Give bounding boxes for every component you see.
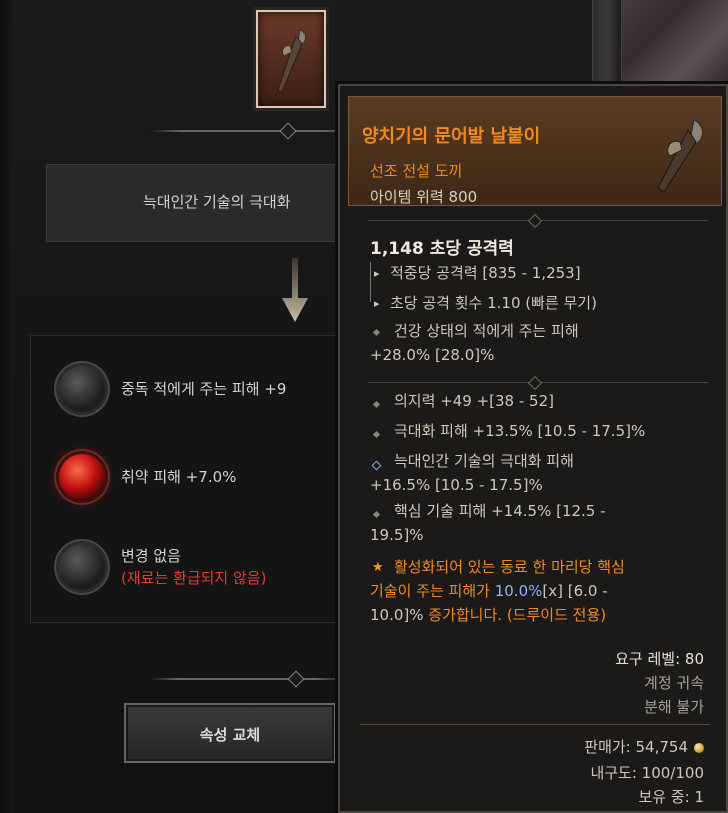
affix-line-cont: +16.5% [10.5 - 17.5]% — [370, 476, 543, 494]
tooltip-divider — [360, 724, 710, 725]
affix-line: 의지력 +49 +[38 - 52] — [394, 392, 554, 410]
left-frame — [0, 0, 14, 813]
affix-option-1[interactable]: 중독 적에게 주는 피해 +9 — [59, 366, 286, 412]
axe-icon — [277, 29, 307, 93]
implicit-stat: 건강 상태의 적에게 주는 피해 — [394, 322, 579, 340]
required-level: 요구 레벨: 80 — [615, 650, 704, 668]
item-type: 선조 전설 도끼 — [370, 162, 463, 180]
axe-icon — [657, 119, 703, 193]
arrow-down-icon — [282, 258, 308, 322]
tooltip-divider — [368, 213, 708, 229]
affix-bullet-icon — [372, 400, 381, 409]
gray-orb-icon — [59, 366, 105, 412]
affix-options-panel: 중독 적에게 주는 피해 +9 취약 피해 +7.0% 변경 없음 (재료는 환… — [30, 335, 340, 623]
legendary-power: 활성화되어 있는 동료 한 마리당 핵심 — [394, 558, 625, 576]
background-pillar — [592, 0, 622, 95]
affix-bullet-icon — [372, 430, 381, 439]
affix-option-note: (재료는 환급되지 않음) — [121, 569, 267, 587]
affix-line: 늑대인간 기술의 극대화 피해 — [394, 452, 574, 470]
legendary-power-line2: 기술이 주는 피해가 10.0%[x] [6.0 - — [370, 582, 608, 600]
gray-orb-icon — [59, 544, 105, 590]
current-affix-label: 늑대인간 기술의 극대화 — [143, 193, 291, 211]
tooltip-divider — [368, 375, 708, 391]
durability: 내구도: 100/100 — [590, 764, 704, 782]
implicit-stat-value: +28.0% [28.0]% — [370, 346, 495, 364]
affix-line-cont: 19.5]% — [370, 526, 424, 544]
affix-option-text: 변경 없음 — [121, 547, 181, 565]
item-slot-card[interactable] — [256, 10, 326, 108]
attacks-per-second: 초당 공격 횟수 1.10 (빠른 무기) — [390, 294, 597, 312]
greater-affix-icon — [371, 460, 382, 471]
legendary-power-line3: 10.0]% 증가합니다. (드루이드 전용) — [370, 606, 607, 624]
affix-option-3[interactable]: 변경 없음 (재료는 환급되지 않음) — [59, 544, 266, 590]
replace-affix-button[interactable]: 속성 교체 — [124, 703, 336, 763]
sell-value: 판매가: 54,754 — [584, 736, 704, 757]
current-affix-bar: 늑대인간 기술의 극대화 — [46, 164, 346, 242]
item-dps: 1,148 초당 공격력 — [370, 239, 514, 259]
affix-option-text: 취약 피해 +7.0% — [121, 468, 237, 486]
item-tooltip: 양치기의 문어발 날붙이 선조 전설 도끼 아이템 위력 800 1,148 초… — [338, 84, 728, 813]
ornament-divider — [150, 670, 345, 688]
affix-line: 극대화 피해 +13.5% [10.5 - 17.5]% — [394, 422, 646, 440]
item-power: 아이템 위력 800 — [370, 188, 478, 206]
replace-affix-label: 속성 교체 — [199, 726, 261, 744]
affix-bullet-icon — [372, 510, 381, 519]
salvage-status: 분해 불가 — [644, 698, 704, 716]
affix-option-2[interactable]: 취약 피해 +7.0% — [59, 454, 236, 500]
damage-per-hit: 적중당 공격력 [835 - 1,253] — [390, 264, 581, 282]
red-orb-icon — [59, 454, 105, 500]
item-name: 양치기의 문어발 날붙이 — [362, 126, 541, 147]
affix-option-text: 중독 적에게 주는 피해 +9 — [121, 380, 287, 398]
ornament-divider — [150, 122, 355, 140]
implicit-bullet-icon — [372, 328, 381, 337]
account-bound: 계정 귀속 — [644, 674, 704, 692]
owned-count: 보유 중: 1 — [638, 788, 704, 806]
affix-line: 핵심 기술 피해 +14.5% [12.5 - — [394, 502, 606, 520]
gold-coin-icon — [694, 742, 704, 753]
legendary-star-icon: ★ — [372, 560, 384, 575]
